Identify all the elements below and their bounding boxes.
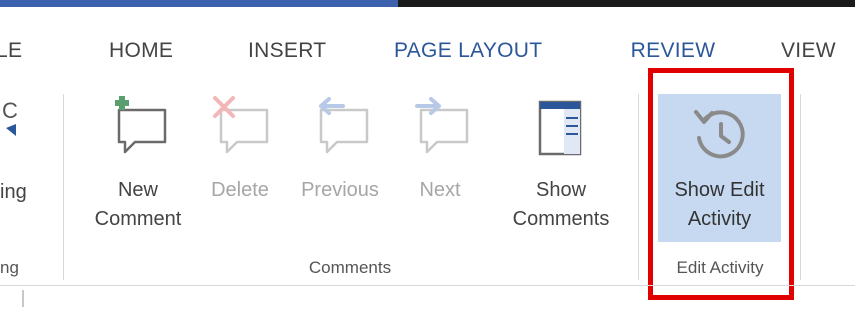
- ribbon-bottom-border: [0, 285, 855, 286]
- tab-insert[interactable]: INSERT: [248, 14, 326, 84]
- tab-home[interactable]: HOME: [109, 14, 173, 84]
- delete-comment-label: Delete: [211, 179, 269, 201]
- previous-comment-icon: [319, 97, 369, 154]
- next-comment-button[interactable]: Next: [400, 96, 480, 246]
- title-strip: [0, 0, 855, 14]
- document-edge-marker: [22, 290, 24, 307]
- partial-button-left[interactable]: C ing: [0, 96, 60, 236]
- next-comment-icon: [415, 97, 469, 154]
- comments-group-label: Comments: [308, 258, 392, 277]
- delete-comment-icon: [213, 96, 269, 154]
- svg-text:C: C: [2, 98, 18, 123]
- new-comment-label: New Comment: [94, 179, 182, 230]
- tab-file-partial[interactable]: LE: [0, 14, 22, 84]
- group-separator: [800, 94, 801, 280]
- new-comment-icon: [115, 96, 167, 154]
- previous-comment-label: Previous: [301, 179, 379, 201]
- delete-comment-button[interactable]: Delete: [200, 96, 280, 246]
- new-comment-button[interactable]: New Comment: [78, 96, 198, 246]
- show-comments-button[interactable]: Show Comments: [492, 96, 630, 246]
- group-separator: [638, 94, 639, 280]
- show-comments-icon: [538, 100, 582, 156]
- title-strip-accent: [0, 0, 398, 7]
- tab-page-layout[interactable]: PAGE LAYOUT: [394, 14, 542, 84]
- show-comments-label: Show Comments: [512, 179, 610, 230]
- annotation-highlight-frame: [648, 68, 794, 300]
- title-strip-dark: [398, 0, 855, 7]
- next-comment-label: Next: [419, 179, 461, 201]
- partial-button-label: ing: [0, 181, 27, 203]
- partial-group-label: ng: [0, 258, 19, 277]
- partial-icon: C: [2, 98, 18, 136]
- previous-comment-button[interactable]: Previous: [290, 96, 390, 246]
- word-ribbon-window: LE HOME INSERT PAGE LAYOUT REVIEW VIEW C…: [0, 0, 855, 309]
- group-separator: [63, 94, 64, 280]
